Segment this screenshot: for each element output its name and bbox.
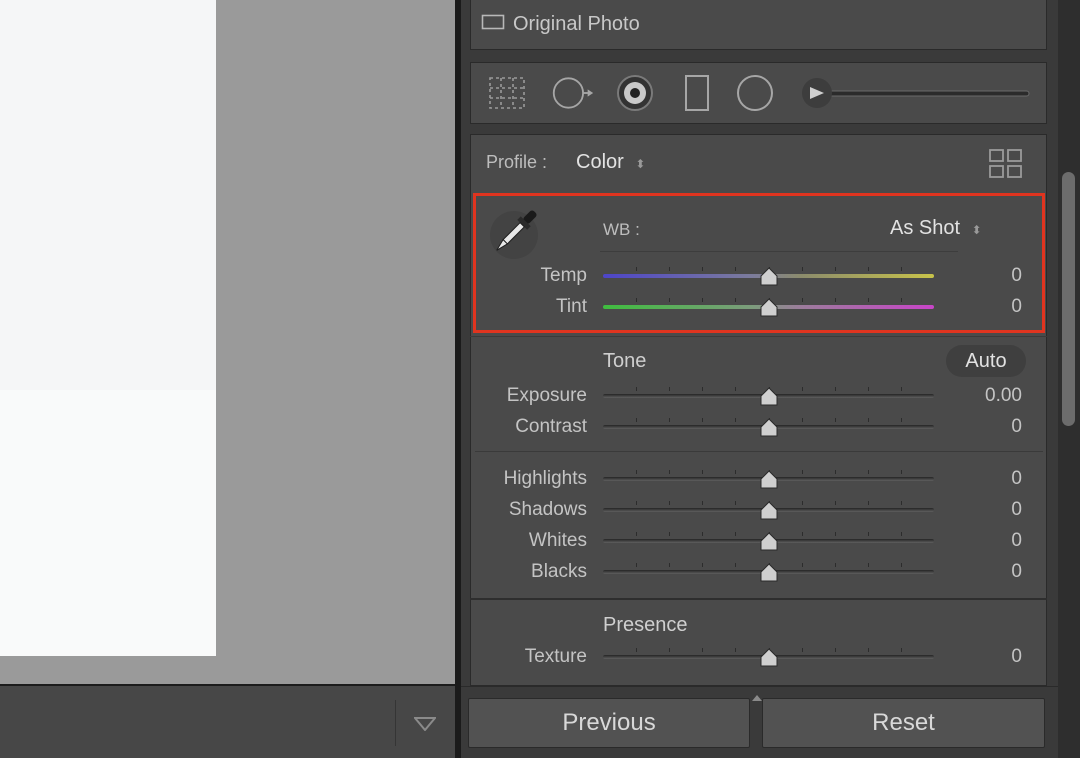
graduated-filter-icon[interactable] [675, 73, 719, 113]
contrast-value: 0 [1011, 416, 1022, 437]
photo-preview [0, 0, 216, 656]
red-eye-icon[interactable] [613, 73, 657, 113]
contrast-slider[interactable] [603, 417, 934, 437]
slider-thumb[interactable] [760, 267, 778, 287]
tint-slider[interactable] [603, 297, 934, 317]
slider-thumb[interactable] [760, 387, 778, 407]
temp-value: 0 [1011, 265, 1022, 286]
slider-thumb[interactable] [760, 648, 778, 668]
whites-value: 0 [1011, 530, 1022, 551]
slider-thumb[interactable] [760, 298, 778, 318]
bottom-toolbar [0, 684, 455, 758]
wb-value: As Shot [890, 217, 961, 239]
texture-label: Texture [524, 646, 587, 667]
grid-overlay-icon[interactable] [485, 73, 529, 113]
exposure-label: Exposure [506, 385, 587, 406]
temp-slider[interactable] [603, 266, 934, 286]
slider-thumb[interactable] [760, 418, 778, 438]
photo-frame-icon [481, 13, 505, 36]
scrollbar-thumb[interactable] [1062, 172, 1075, 426]
profile-value: Color [576, 151, 624, 173]
highlights-label: Highlights [503, 468, 587, 489]
slider-thumb[interactable] [760, 563, 778, 583]
auto-button[interactable]: Auto [946, 345, 1026, 377]
shadows-label: Shadows [508, 499, 587, 520]
updown-arrow-icon: ⬍ [635, 157, 646, 171]
blacks-slider[interactable] [603, 562, 934, 582]
presence-divider [470, 598, 1047, 600]
blacks-label: Blacks [531, 561, 587, 582]
tone-subdivider [475, 451, 1043, 452]
spot-removal-icon[interactable] [551, 73, 595, 113]
tint-label: Tint [556, 296, 587, 317]
highlights-slider[interactable] [603, 469, 934, 489]
shadows-slider[interactable] [603, 500, 934, 520]
profile-label: Profile : [486, 152, 548, 172]
wb-divider [600, 251, 958, 252]
triangle-down-icon[interactable] [410, 712, 440, 736]
tint-value: 0 [1011, 296, 1022, 317]
texture-value: 0 [1011, 646, 1022, 667]
updown-arrow-icon: ⬍ [971, 223, 982, 237]
texture-slider[interactable] [603, 647, 934, 667]
presence-title: Presence [603, 614, 688, 636]
tone-divider [470, 336, 1047, 337]
profile-browser-icon[interactable] [988, 148, 1024, 185]
toolbar-separator [395, 700, 396, 746]
wb-dropdown[interactable]: As Shot ⬍ [890, 217, 982, 240]
wb-label: WB : [603, 220, 640, 239]
slider-thumb[interactable] [760, 532, 778, 552]
radial-filter-icon[interactable] [733, 73, 777, 113]
eyedropper-icon[interactable] [484, 205, 542, 268]
collapse-arrow-icon [752, 688, 762, 706]
tool-strip [470, 62, 1047, 124]
temp-label: Temp [540, 265, 587, 286]
original-photo-label: Original Photo [513, 13, 640, 35]
blacks-value: 0 [1011, 561, 1022, 582]
brush-size-slider[interactable] [801, 77, 1033, 111]
contrast-label: Contrast [515, 416, 587, 437]
exposure-slider[interactable] [603, 386, 934, 406]
profile-dropdown[interactable]: Color ⬍ [576, 151, 645, 174]
highlights-value: 0 [1011, 468, 1022, 489]
slider-thumb[interactable] [760, 470, 778, 490]
shadows-value: 0 [1011, 499, 1022, 520]
slider-thumb[interactable] [760, 501, 778, 521]
original-photo-row[interactable]: Original Photo [470, 0, 1047, 50]
whites-slider[interactable] [603, 531, 934, 551]
whites-label: Whites [528, 530, 587, 551]
image-canvas[interactable] [0, 0, 455, 684]
exposure-value: 0.00 [985, 385, 1022, 406]
reset-button[interactable]: Reset [762, 698, 1045, 748]
previous-button[interactable]: Previous [468, 698, 750, 748]
tone-title: Tone [603, 350, 647, 372]
